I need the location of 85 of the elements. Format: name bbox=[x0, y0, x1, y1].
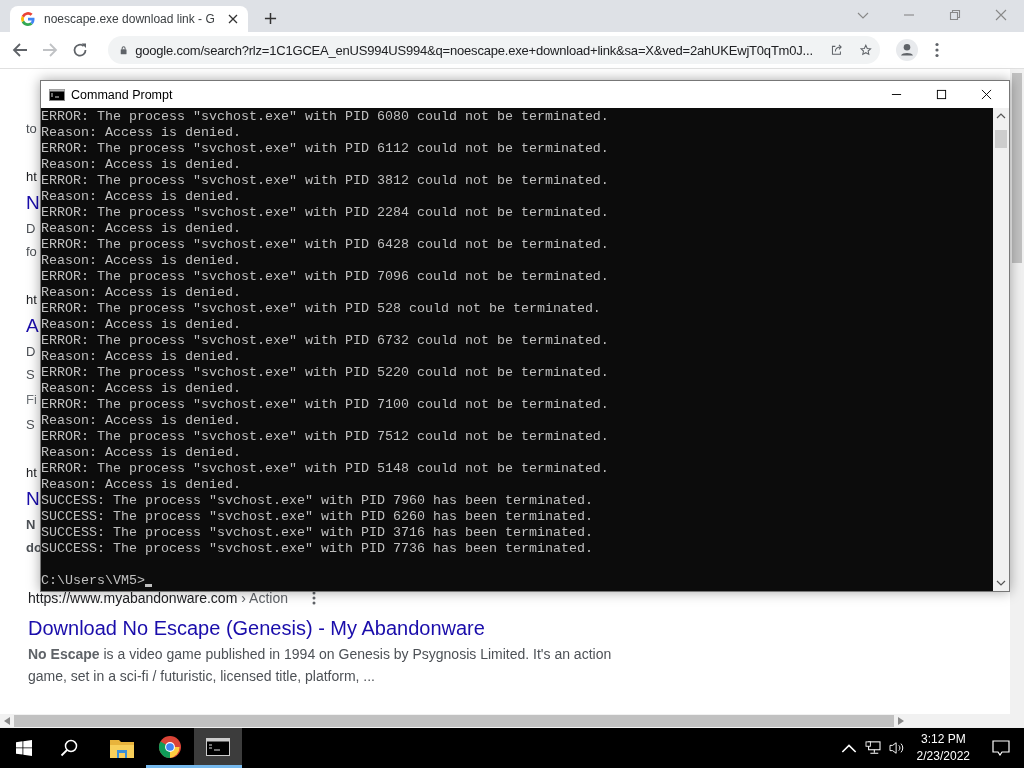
console-line: SUCCESS: The process "svchost.exe" with PID 6260 has been terminated. bbox=[41, 509, 594, 525]
scroll-down-icon[interactable] bbox=[996, 580, 1006, 586]
console-line: Reason: Access is denied. bbox=[41, 381, 242, 397]
result-snippet: No Escape is a video game published in 1994 on Genesis by Psygnosis Limited. It's an action game, set in a sci-fi / futuristic, licensed title, platform, ... bbox=[28, 645, 613, 686]
result-snippet: N bbox=[26, 516, 36, 534]
command-prompt: C:\Users\VM5> bbox=[41, 573, 145, 589]
console-line: Reason: Access is denied. bbox=[41, 349, 242, 365]
text-cursor bbox=[145, 584, 152, 587]
console-line: Reason: Access is denied. bbox=[41, 125, 242, 141]
folder-icon bbox=[110, 737, 134, 759]
console-line: Reason: Access is denied. bbox=[41, 445, 242, 461]
console-line: Reason: Access is denied. bbox=[41, 189, 242, 205]
scroll-up-icon[interactable] bbox=[996, 113, 1006, 119]
new-tab-icon[interactable] bbox=[264, 12, 277, 25]
result-snippet: fo bbox=[26, 243, 37, 261]
taskbar-cmd-button[interactable] bbox=[194, 728, 242, 768]
volume-icon[interactable] bbox=[888, 741, 905, 755]
console-line: ERROR: The process "svchost.exe" with PID 3812 could not be terminated. bbox=[41, 173, 610, 189]
result-title[interactable]: N bbox=[26, 188, 40, 217]
window-title: Command Prompt bbox=[71, 87, 173, 102]
console-line: ERROR: The process "svchost.exe" with PID 6112 could not be terminated. bbox=[41, 141, 610, 157]
lock-icon bbox=[120, 44, 128, 56]
scrollbar[interactable] bbox=[993, 108, 1009, 591]
console-line: ERROR: The process "svchost.exe" with PID 7512 could not be terminated. bbox=[41, 429, 610, 445]
console-line: Reason: Access is denied. bbox=[41, 253, 242, 269]
scroll-left-icon[interactable] bbox=[4, 717, 10, 725]
result-snippet: D bbox=[26, 343, 36, 361]
console-line: ERROR: The process "svchost.exe" with PID 6428 could not be terminated. bbox=[41, 237, 610, 253]
back-icon[interactable] bbox=[12, 42, 28, 58]
console-line: Reason: Access is denied. bbox=[41, 285, 242, 301]
console-line: SUCCESS: The process "svchost.exe" with PID 7960 has been terminated. bbox=[41, 493, 594, 509]
console-line: ERROR: The process "svchost.exe" with PID 5148 could not be terminated. bbox=[41, 461, 610, 477]
result-title[interactable]: Download No Escape (Genesis) - My Abandonware bbox=[28, 613, 628, 643]
scroll-thumb[interactable] bbox=[14, 715, 894, 727]
console-line: Reason: Access is denied. bbox=[41, 413, 242, 429]
scroll-right-icon[interactable] bbox=[898, 717, 904, 725]
console-line: SUCCESS: The process "svchost.exe" with PID 7736 has been terminated. bbox=[41, 541, 594, 557]
share-icon[interactable] bbox=[830, 42, 843, 58]
address-bar[interactable]: google.com/search?rlz=1C1GCEA_enUS994US994&q=noescape.exe+download+link&sa=X&ved=2ahUKEwjT0qTm0J... bbox=[108, 36, 880, 64]
result-title[interactable]: A bbox=[26, 311, 39, 340]
scrollbar[interactable] bbox=[1010, 69, 1024, 714]
menu-icon[interactable] bbox=[935, 42, 939, 58]
tab-title: noescape.exe download link - G bbox=[44, 12, 216, 26]
console-line: ERROR: The process "svchost.exe" with PID 6732 could not be terminated. bbox=[41, 333, 610, 349]
console-line: SUCCESS: The process "svchost.exe" with PID 3716 has been terminated. bbox=[41, 525, 594, 541]
scroll-thumb[interactable] bbox=[995, 130, 1007, 148]
close-icon[interactable] bbox=[981, 89, 992, 100]
google-icon bbox=[20, 11, 36, 27]
result-url: https://www.myabandonware.com bbox=[28, 590, 238, 606]
restore-icon[interactable] bbox=[949, 9, 961, 21]
terminal-icon bbox=[49, 88, 65, 101]
profile-icon[interactable] bbox=[896, 39, 918, 61]
result-snippet: S bbox=[26, 416, 35, 434]
star-icon[interactable] bbox=[860, 42, 872, 58]
search-icon[interactable] bbox=[60, 739, 78, 757]
console-line: ERROR: The process "svchost.exe" with PID 2284 could not be terminated. bbox=[41, 205, 610, 221]
result-snippet: D bbox=[26, 220, 36, 238]
console-line: ERROR: The process "svchost.exe" with PID 7100 could not be terminated. bbox=[41, 397, 610, 413]
result-title[interactable]: N bbox=[26, 484, 40, 513]
console-line: Reason: Access is denied. bbox=[41, 221, 242, 237]
result-snippet: to bbox=[26, 120, 37, 138]
terminal-icon bbox=[206, 735, 230, 758]
clock[interactable]: 3:12 PM 2/23/2022 bbox=[916, 731, 970, 765]
console-line: ERROR: The process "svchost.exe" with PID 5220 could not be terminated. bbox=[41, 365, 610, 381]
result-snippet: S bbox=[26, 366, 35, 384]
windows-start-icon[interactable] bbox=[16, 740, 32, 756]
console-line: Reason: Access is denied. bbox=[41, 157, 242, 173]
result-url: ht bbox=[26, 464, 37, 482]
notification-icon[interactable] bbox=[992, 740, 1010, 756]
horizontal-scrollbar[interactable] bbox=[0, 714, 1024, 728]
reload-icon[interactable] bbox=[72, 42, 88, 58]
console-line: ERROR: The process "svchost.exe" with PID 6080 could not be terminated. bbox=[41, 109, 610, 125]
console-line: ERROR: The process "svchost.exe" with PID 528 could not be terminated. bbox=[41, 301, 602, 317]
console-line: Reason: Access is denied. bbox=[41, 317, 242, 333]
network-icon[interactable] bbox=[864, 741, 881, 755]
console-line: Reason: Access is denied. bbox=[41, 477, 242, 493]
breadcrumb: › Action bbox=[241, 590, 289, 606]
close-icon[interactable] bbox=[228, 14, 238, 24]
console-line: ERROR: The process "svchost.exe" with PID 7096 could not be terminated. bbox=[41, 269, 610, 285]
chrome-icon bbox=[158, 735, 182, 758]
maximize-icon[interactable] bbox=[936, 89, 947, 100]
browser-tab[interactable]: noescape.exe download link - G bbox=[10, 6, 248, 32]
result-url: ht bbox=[26, 168, 37, 186]
result-url: ht bbox=[26, 291, 37, 309]
result-snippet: Fi bbox=[26, 391, 37, 409]
